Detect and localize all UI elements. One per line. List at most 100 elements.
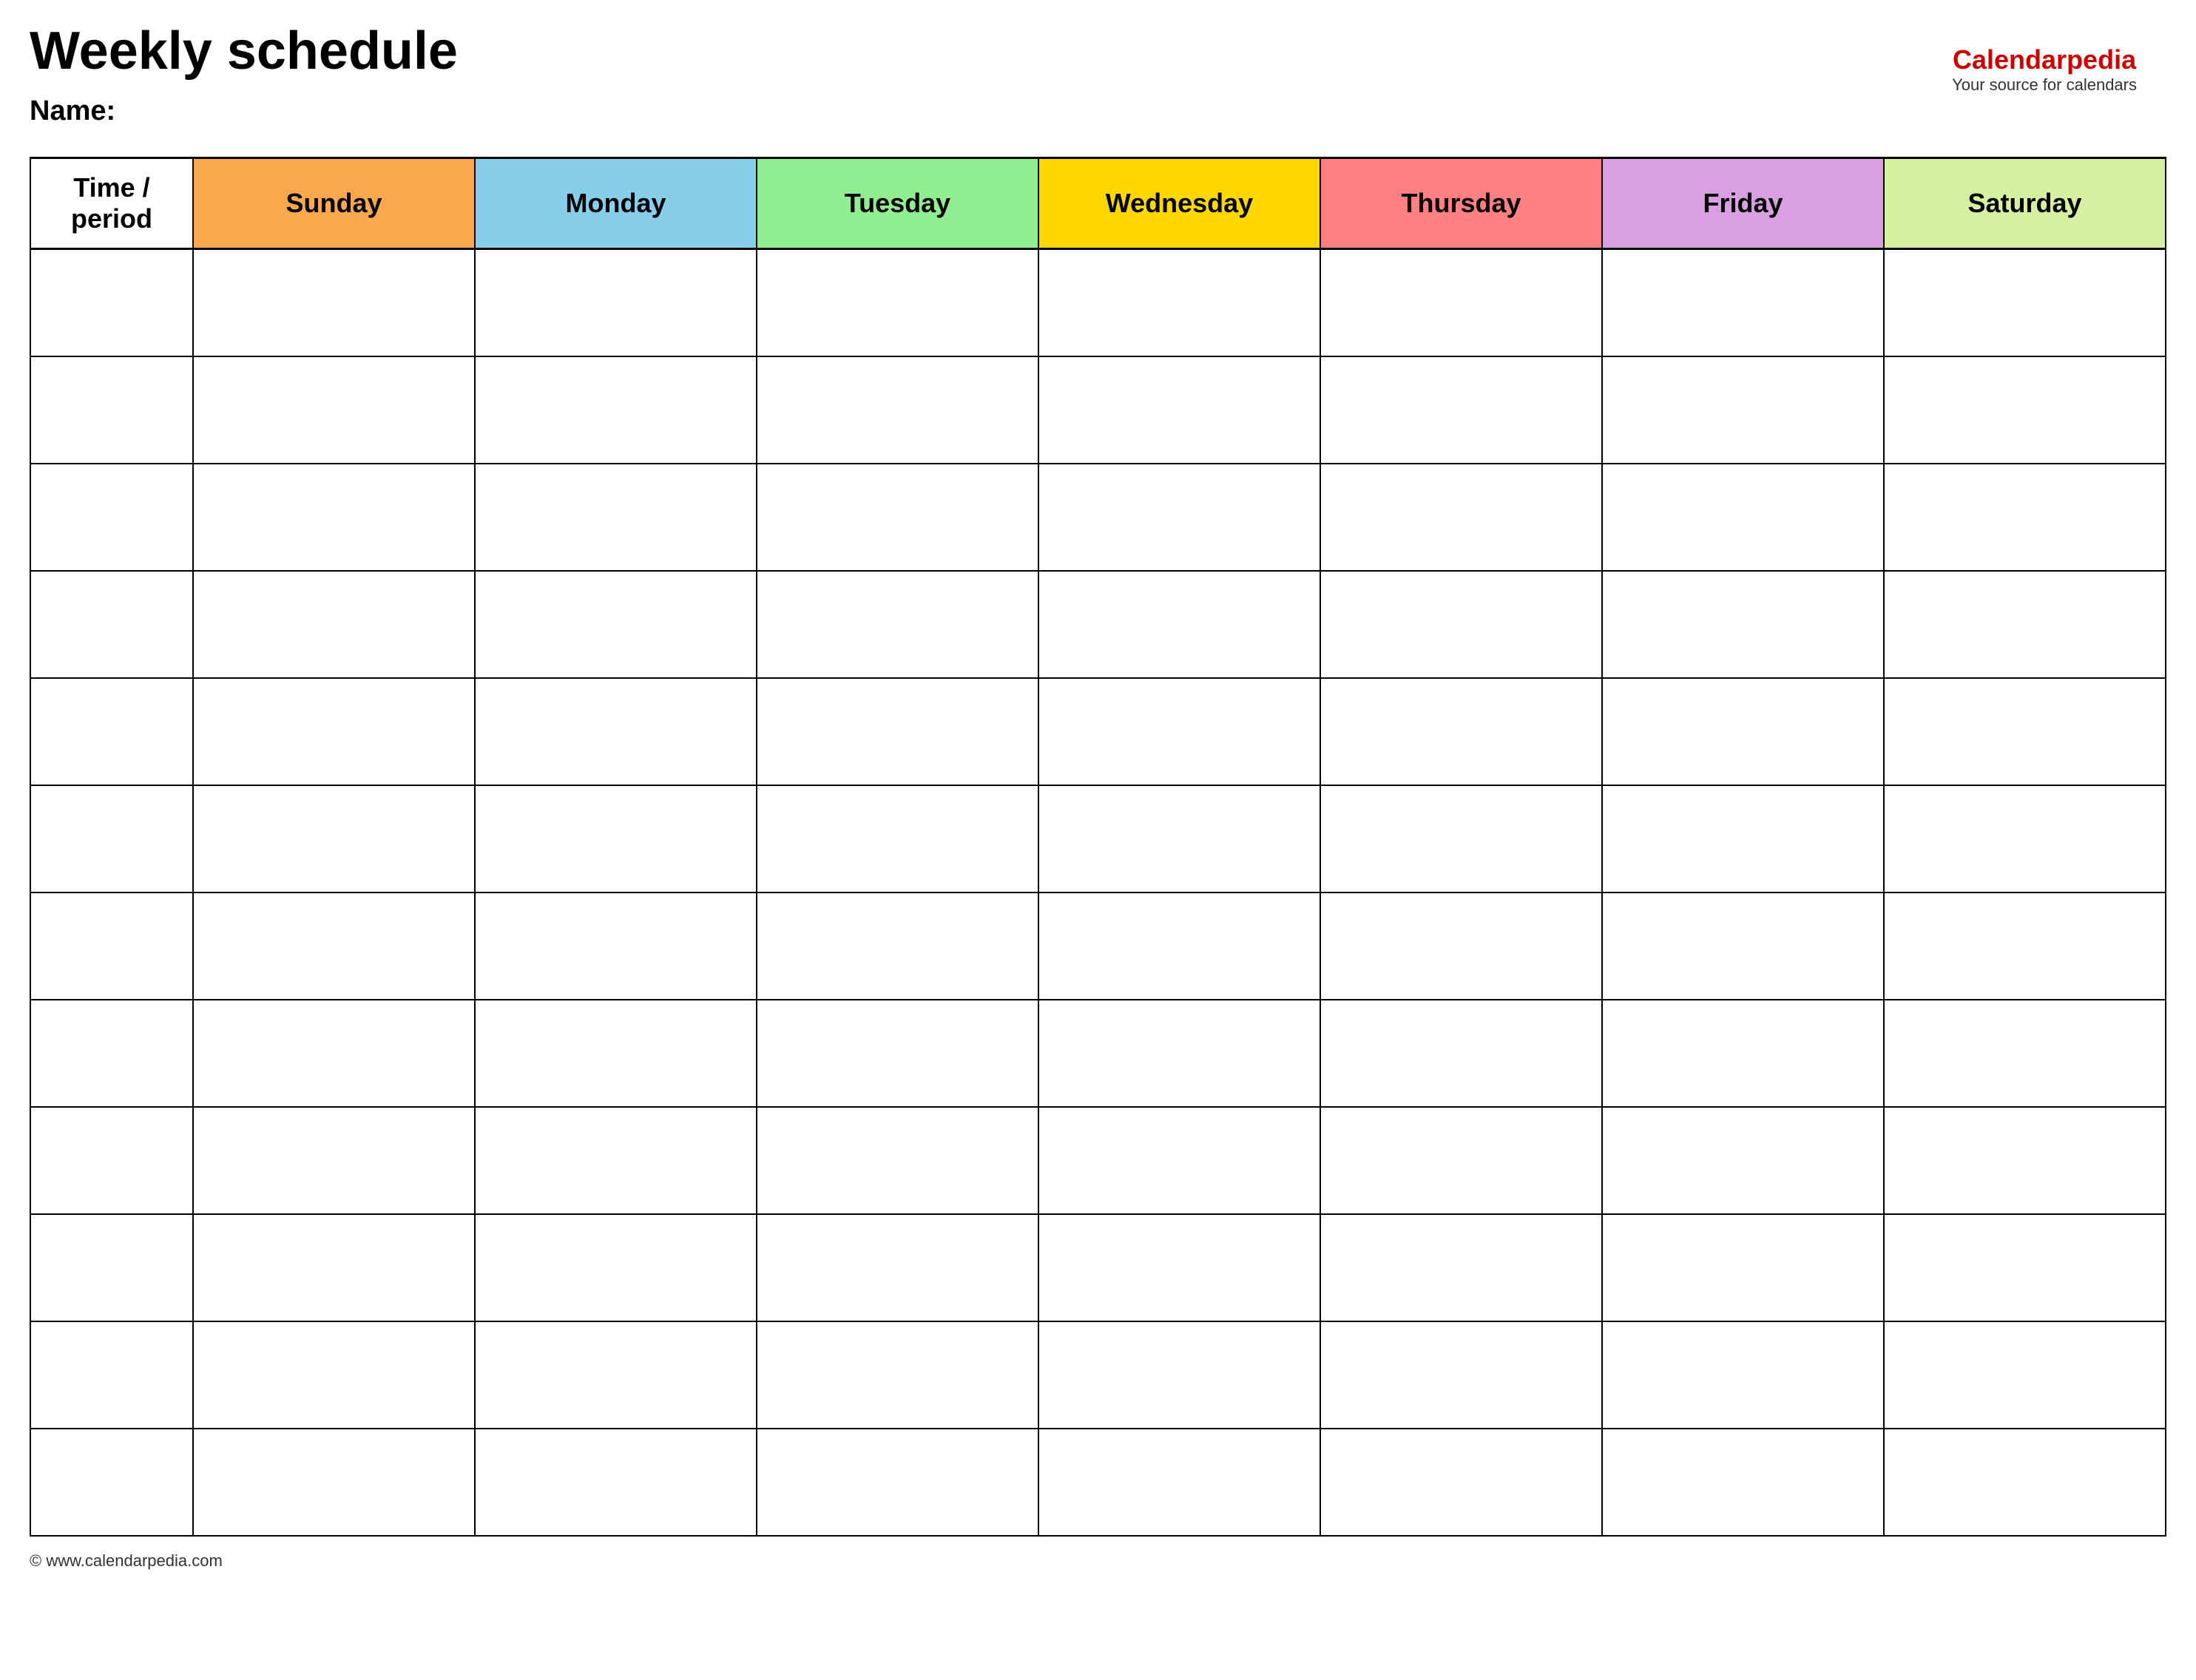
time-cell[interactable] xyxy=(30,571,193,678)
schedule-cell[interactable] xyxy=(1602,356,1884,464)
time-cell[interactable] xyxy=(30,356,193,464)
schedule-cell[interactable] xyxy=(1320,678,1602,785)
name-label: Name: xyxy=(30,95,2166,127)
schedule-cell[interactable] xyxy=(1320,1429,1602,1536)
schedule-cell[interactable] xyxy=(1320,1214,1602,1321)
schedule-cell[interactable] xyxy=(475,356,757,464)
schedule-cell[interactable] xyxy=(757,1000,1038,1107)
schedule-cell[interactable] xyxy=(757,249,1038,356)
schedule-cell[interactable] xyxy=(1320,249,1602,356)
schedule-cell[interactable] xyxy=(1884,1107,2166,1214)
schedule-cell[interactable] xyxy=(1038,1214,1320,1321)
schedule-cell[interactable] xyxy=(757,785,1038,892)
time-cell[interactable] xyxy=(30,1321,193,1429)
schedule-cell[interactable] xyxy=(1602,1214,1884,1321)
schedule-cell[interactable] xyxy=(1320,356,1602,464)
schedule-cell[interactable] xyxy=(1884,785,2166,892)
schedule-cell[interactable] xyxy=(193,356,475,464)
schedule-cell[interactable] xyxy=(1320,464,1602,571)
schedule-cell[interactable] xyxy=(475,1107,757,1214)
schedule-cell[interactable] xyxy=(1038,1321,1320,1429)
time-cell[interactable] xyxy=(30,678,193,785)
schedule-cell[interactable] xyxy=(1038,356,1320,464)
table-row xyxy=(30,1321,2166,1429)
schedule-cell[interactable] xyxy=(1884,249,2166,356)
page-title: Weekly schedule xyxy=(30,22,2166,81)
schedule-cell[interactable] xyxy=(757,1214,1038,1321)
schedule-cell[interactable] xyxy=(475,1321,757,1429)
schedule-cell[interactable] xyxy=(1038,249,1320,356)
schedule-cell[interactable] xyxy=(1038,1429,1320,1536)
schedule-cell[interactable] xyxy=(475,571,757,678)
schedule-cell[interactable] xyxy=(1602,785,1884,892)
schedule-cell[interactable] xyxy=(757,678,1038,785)
schedule-cell[interactable] xyxy=(193,571,475,678)
schedule-cell[interactable] xyxy=(1038,1107,1320,1214)
schedule-cell[interactable] xyxy=(757,571,1038,678)
schedule-cell[interactable] xyxy=(1320,1321,1602,1429)
schedule-cell[interactable] xyxy=(193,678,475,785)
schedule-cell[interactable] xyxy=(1884,1214,2166,1321)
schedule-cell[interactable] xyxy=(1602,1107,1884,1214)
time-cell[interactable] xyxy=(30,1000,193,1107)
schedule-cell[interactable] xyxy=(757,464,1038,571)
schedule-cell[interactable] xyxy=(757,892,1038,1000)
time-cell[interactable] xyxy=(30,1107,193,1214)
schedule-cell[interactable] xyxy=(757,1107,1038,1214)
schedule-cell[interactable] xyxy=(475,249,757,356)
time-cell[interactable] xyxy=(30,1429,193,1536)
time-cell[interactable] xyxy=(30,464,193,571)
schedule-cell[interactable] xyxy=(1320,571,1602,678)
schedule-cell[interactable] xyxy=(193,892,475,1000)
schedule-cell[interactable] xyxy=(1602,1429,1884,1536)
schedule-cell[interactable] xyxy=(1884,678,2166,785)
schedule-cell[interactable] xyxy=(193,1214,475,1321)
schedule-cell[interactable] xyxy=(1884,571,2166,678)
schedule-cell[interactable] xyxy=(757,356,1038,464)
schedule-cell[interactable] xyxy=(1320,1000,1602,1107)
table-row xyxy=(30,892,2166,1000)
time-cell[interactable] xyxy=(30,892,193,1000)
schedule-cell[interactable] xyxy=(475,1214,757,1321)
schedule-cell[interactable] xyxy=(193,249,475,356)
schedule-cell[interactable] xyxy=(1884,1429,2166,1536)
schedule-cell[interactable] xyxy=(1038,1000,1320,1107)
schedule-cell[interactable] xyxy=(1602,571,1884,678)
schedule-cell[interactable] xyxy=(1038,785,1320,892)
schedule-cell[interactable] xyxy=(1038,892,1320,1000)
schedule-cell[interactable] xyxy=(475,892,757,1000)
schedule-cell[interactable] xyxy=(1320,892,1602,1000)
schedule-cell[interactable] xyxy=(1884,1000,2166,1107)
time-cell[interactable] xyxy=(30,785,193,892)
schedule-cell[interactable] xyxy=(193,1429,475,1536)
schedule-cell[interactable] xyxy=(1884,892,2166,1000)
schedule-cell[interactable] xyxy=(475,1000,757,1107)
schedule-cell[interactable] xyxy=(757,1321,1038,1429)
schedule-cell[interactable] xyxy=(1602,249,1884,356)
schedule-cell[interactable] xyxy=(1038,571,1320,678)
schedule-cell[interactable] xyxy=(475,1429,757,1536)
schedule-cell[interactable] xyxy=(1602,1321,1884,1429)
schedule-cell[interactable] xyxy=(1602,464,1884,571)
schedule-cell[interactable] xyxy=(1602,678,1884,785)
schedule-cell[interactable] xyxy=(1884,464,2166,571)
schedule-cell[interactable] xyxy=(1602,1000,1884,1107)
schedule-cell[interactable] xyxy=(193,464,475,571)
schedule-cell[interactable] xyxy=(475,678,757,785)
schedule-cell[interactable] xyxy=(1320,1107,1602,1214)
schedule-cell[interactable] xyxy=(193,1321,475,1429)
schedule-cell[interactable] xyxy=(1320,785,1602,892)
schedule-cell[interactable] xyxy=(475,785,757,892)
schedule-cell[interactable] xyxy=(1884,356,2166,464)
schedule-cell[interactable] xyxy=(1602,892,1884,1000)
schedule-cell[interactable] xyxy=(193,1000,475,1107)
schedule-cell[interactable] xyxy=(1038,678,1320,785)
time-cell[interactable] xyxy=(30,1214,193,1321)
schedule-cell[interactable] xyxy=(193,1107,475,1214)
schedule-cell[interactable] xyxy=(757,1429,1038,1536)
schedule-cell[interactable] xyxy=(475,464,757,571)
schedule-cell[interactable] xyxy=(1884,1321,2166,1429)
schedule-cell[interactable] xyxy=(1038,464,1320,571)
schedule-cell[interactable] xyxy=(193,785,475,892)
time-cell[interactable] xyxy=(30,249,193,356)
